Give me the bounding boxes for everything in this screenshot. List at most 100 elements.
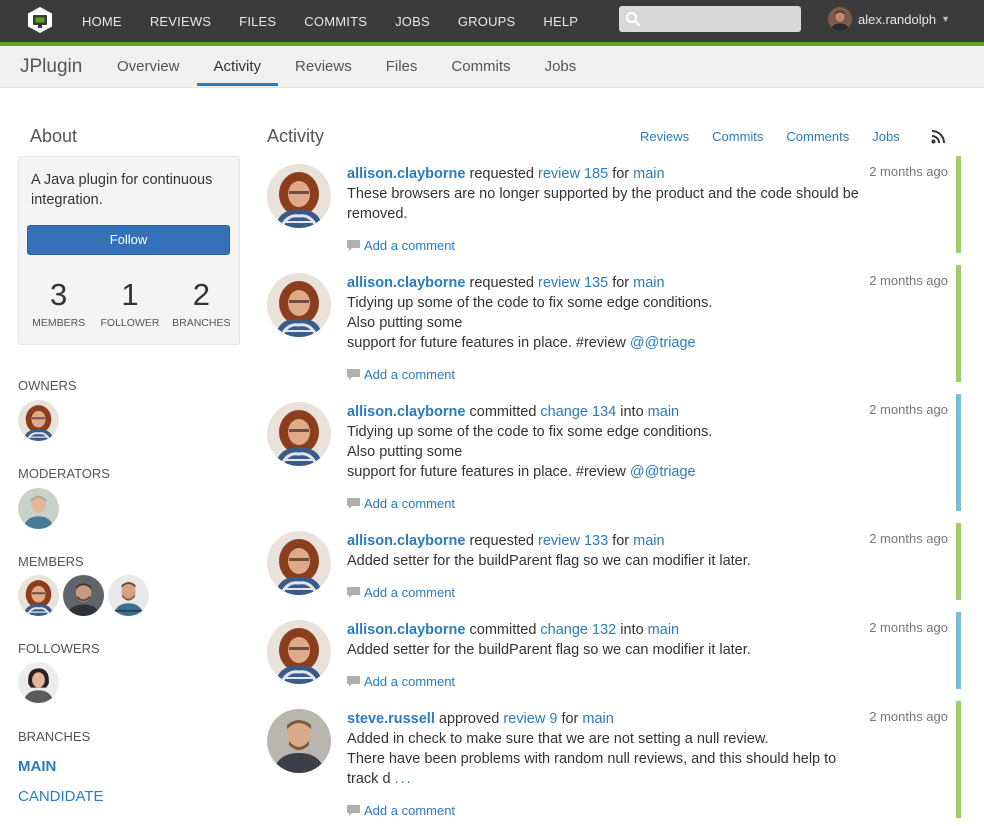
project-stats: 3 MEMBERS 1 FOLLOWER 2 BRANCHES [19, 277, 241, 329]
add-comment-link[interactable]: Add a comment [364, 674, 455, 689]
activity-user-link[interactable]: steve.russell [347, 711, 435, 727]
activity-branch-link[interactable]: main [633, 275, 664, 291]
activity-timestamp: 2 months ago [869, 531, 948, 546]
branch-candidate[interactable]: CANDIDATE [18, 788, 104, 805]
followers-list [18, 662, 63, 703]
activity-user-link[interactable]: allison.clayborne [347, 533, 465, 549]
follower-avatar[interactable] [18, 662, 59, 703]
activity-branch-link[interactable]: main [648, 404, 679, 420]
filter-commits[interactable]: Commits [712, 129, 763, 144]
follow-button[interactable]: Follow [27, 225, 230, 255]
nav-jobs[interactable]: JOBS [395, 14, 430, 29]
search-input[interactable] [619, 6, 801, 32]
activity-message-line: Added setter for the buildParent flag so… [347, 553, 751, 569]
activity-user-link[interactable]: allison.clayborne [347, 275, 465, 291]
owner-avatar[interactable] [18, 400, 59, 441]
activity-verb: committed [469, 622, 537, 638]
activity-verb: requested [469, 533, 535, 549]
top-navbar: HOME REVIEWS FILES COMMITS JOBS GROUPS H… [0, 0, 984, 42]
activity-filters: Reviews Commits Comments Jobs [640, 129, 945, 144]
comment-icon [347, 805, 360, 816]
activity-item: allison.clayborne requested review 185 f… [267, 156, 965, 257]
avatar[interactable] [267, 273, 331, 337]
add-comment-row[interactable]: Add a comment [347, 674, 455, 689]
nav-files[interactable]: FILES [239, 14, 276, 29]
activity-type-bar [956, 156, 961, 253]
member-avatar[interactable] [18, 575, 59, 616]
avatar[interactable] [267, 402, 331, 466]
activity-message-line: Also putting some [347, 315, 463, 331]
activity-branch-link[interactable]: main [582, 711, 613, 727]
add-comment-row[interactable]: Add a comment [347, 585, 455, 600]
search-icon [626, 12, 641, 27]
activity-target-link[interactable]: change 132 [540, 622, 616, 638]
add-comment-link[interactable]: Add a comment [364, 367, 455, 382]
activity-user-link[interactable]: allison.clayborne [347, 404, 465, 420]
add-comment-row[interactable]: Add a comment [347, 803, 455, 818]
activity-branch-link[interactable]: main [633, 166, 664, 182]
add-comment-row[interactable]: Add a comment [347, 367, 455, 382]
tab-commits[interactable]: Commits [434, 46, 527, 88]
nav-commits[interactable]: COMMITS [304, 14, 367, 29]
activity-target-link[interactable]: review 9 [503, 711, 557, 727]
branch-main[interactable]: MAIN [18, 758, 56, 775]
members-list [18, 575, 153, 616]
add-comment-row[interactable]: Add a comment [347, 238, 455, 253]
triage-tag-link[interactable]: @@triage [630, 335, 696, 351]
activity-target-link[interactable]: review 135 [538, 275, 608, 291]
activity-item: allison.clayborne committed change 132 i… [267, 612, 965, 693]
tab-activity[interactable]: Activity [196, 46, 279, 88]
about-heading: About [30, 126, 78, 146]
avatar[interactable] [267, 709, 331, 773]
activity-verb: approved [438, 711, 500, 727]
activity-type-bar [956, 612, 961, 689]
tab-files[interactable]: Files [369, 46, 435, 88]
activity-branch-link[interactable]: main [633, 533, 664, 549]
add-comment-row[interactable]: Add a comment [347, 496, 455, 511]
add-comment-link[interactable]: Add a comment [364, 496, 455, 511]
project-title[interactable]: JPlugin [20, 56, 82, 78]
nav-groups[interactable]: GROUPS [458, 14, 516, 29]
activity-text: allison.clayborne requested review 133 f… [347, 531, 867, 571]
rss-icon[interactable] [931, 129, 945, 144]
tab-jobs[interactable]: Jobs [528, 46, 594, 88]
add-comment-link[interactable]: Add a comment [364, 803, 455, 818]
activity-heading: Activity [267, 126, 325, 146]
activity-user-link[interactable]: allison.clayborne [347, 622, 465, 638]
activity-message-line: Added setter for the buildParent flag so… [347, 642, 751, 658]
member-avatar[interactable] [63, 575, 104, 616]
add-comment-link[interactable]: Add a comment [364, 238, 455, 253]
nav-help[interactable]: HELP [543, 14, 578, 29]
owners-list [18, 400, 63, 441]
add-comment-link[interactable]: Add a comment [364, 585, 455, 600]
filter-jobs[interactable]: Jobs [872, 129, 899, 144]
nav-home[interactable]: HOME [82, 14, 122, 29]
activity-target-link[interactable]: review 185 [538, 166, 608, 182]
activity-target-link[interactable]: change 134 [540, 404, 616, 420]
user-menu[interactable]: alex.randolph ▼ [828, 6, 950, 32]
avatar[interactable] [267, 620, 331, 684]
filter-comments[interactable]: Comments [786, 129, 849, 144]
followers-heading: FOLLOWERS [18, 641, 100, 656]
stat-branches[interactable]: 2 BRANCHES [166, 277, 236, 329]
stat-followers[interactable]: 1 FOLLOWER [95, 277, 165, 329]
tab-reviews[interactable]: Reviews [278, 46, 369, 88]
avatar[interactable] [267, 531, 331, 595]
activity-text: allison.clayborne requested review 185 f… [347, 164, 867, 224]
activity-branch-link[interactable]: main [648, 622, 679, 638]
filter-reviews[interactable]: Reviews [640, 129, 689, 144]
activity-preposition: for [612, 533, 630, 549]
nav-reviews[interactable]: REVIEWS [150, 14, 211, 29]
expand-message-link[interactable]: ... [395, 771, 413, 787]
activity-target-link[interactable]: review 133 [538, 533, 608, 549]
avatar[interactable] [267, 164, 331, 228]
activity-verb: requested [469, 166, 535, 182]
activity-user-link[interactable]: allison.clayborne [347, 166, 465, 182]
moderator-avatar[interactable] [18, 488, 59, 529]
member-avatar[interactable] [108, 575, 149, 616]
tab-overview[interactable]: Overview [100, 46, 197, 88]
stat-members[interactable]: 3 MEMBERS [24, 277, 94, 329]
triage-tag-link[interactable]: @@triage [630, 464, 696, 480]
app-logo-icon[interactable] [27, 6, 53, 34]
branches-heading: BRANCHES [18, 729, 91, 744]
